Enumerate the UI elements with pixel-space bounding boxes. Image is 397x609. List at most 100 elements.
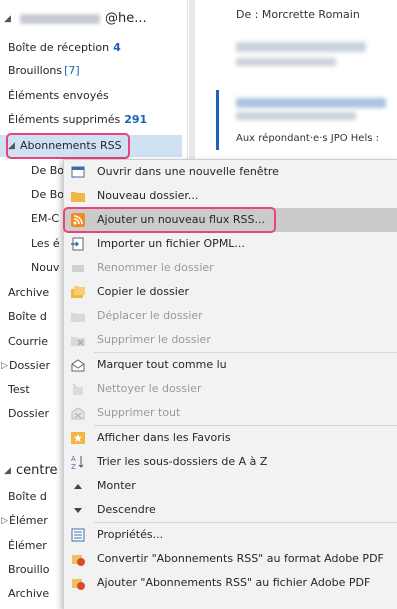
menu-item-label: Importer un fichier OPML... (97, 237, 245, 250)
folder-item-label: Courrie (8, 335, 49, 348)
menu-convert-pdf[interactable]: Convertir "Abonnements RSS" au format Ad… (64, 547, 397, 571)
folder-item[interactable]: Test (8, 379, 30, 401)
folder-deleted[interactable]: Éléments supprimés 291 (8, 109, 147, 131)
move-down-icon (74, 508, 82, 513)
clean-icon (72, 383, 83, 395)
drafts-count: [7] (64, 64, 80, 77)
move-folder-icon (71, 313, 85, 322)
menu-sort-subfolders[interactable]: AZ Trier les sous-dossiers de A à Z (64, 450, 397, 474)
redacted-text (236, 58, 336, 66)
menu-import-opml[interactable]: Importer un fichier OPML... (64, 232, 397, 256)
folder-item[interactable]: Boîte d (8, 306, 47, 328)
deleted-unread-count: 291 (124, 113, 148, 126)
collapse-triangle-icon[interactable]: ◢ (4, 460, 16, 482)
rss-subfolder[interactable]: Les é (31, 233, 60, 255)
rss-folder-highlight (6, 133, 130, 159)
menu-rename-folder[interactable]: Renommer le dossier (64, 256, 397, 280)
menu-item-label: Nouveau dossier... (97, 189, 199, 202)
star-icon (71, 432, 85, 444)
folder-item-label: Dossier (9, 359, 51, 372)
menu-show-in-favorites[interactable]: Afficher dans les Favoris (64, 426, 397, 450)
menu-copy-folder[interactable]: Copier le dossier (64, 280, 397, 304)
expand-arrow-icon[interactable]: ▷ (1, 355, 9, 377)
menu-open-new-window[interactable]: Ouvrir dans une nouvelle fenêtre (64, 160, 397, 184)
import-icon (71, 237, 84, 251)
menu-mark-all-read[interactable]: Marquer tout comme lu (64, 353, 397, 377)
folder-item-label: Test (8, 383, 30, 396)
folder-deleted-label: Éléments supprimés (8, 113, 121, 126)
delete-folder-icon (71, 337, 85, 346)
mark-read-icon (71, 359, 85, 372)
folder-item[interactable]: Courrie (8, 331, 48, 353)
folder-sent-label: Éléments envoyés (8, 89, 109, 102)
folder-item[interactable]: Boîte d (8, 486, 47, 508)
folder-item-label: Dossier (8, 407, 50, 420)
collapse-triangle-icon[interactable]: ◢ (4, 8, 16, 30)
menu-append-pdf[interactable]: Ajouter "Abonnements RSS" au fichier Ado… (64, 571, 397, 595)
svg-text:Z: Z (71, 463, 76, 470)
redacted-text (236, 98, 386, 108)
rss-subfolder[interactable]: Nouv (31, 257, 59, 279)
move-up-icon (74, 484, 82, 489)
folder-sent[interactable]: Éléments envoyés (8, 85, 109, 107)
menu-move-down[interactable]: Descendre (64, 498, 397, 522)
menu-item-label: Convertir "Abonnements RSS" au format Ad… (97, 552, 384, 565)
menu-move-up[interactable]: Monter (64, 474, 397, 498)
menu-properties[interactable]: Propriétés... (64, 523, 397, 547)
menu-move-folder[interactable]: Déplacer le dossier (64, 304, 397, 328)
copy-folder-icon (71, 286, 85, 298)
menu-item-label: Nettoyer le dossier (97, 382, 202, 395)
delete-all-icon (71, 407, 85, 420)
account2-label: centre (16, 463, 58, 478)
rss-subfolder-label: EM-C (31, 212, 60, 225)
folder-drafts[interactable]: Brouillons [7] (8, 60, 80, 82)
menu-item-label: Afficher dans les Favoris (97, 431, 231, 444)
menu-item-label: Ouvrir dans une nouvelle fenêtre (97, 165, 279, 178)
folder-item[interactable]: Archive (8, 583, 49, 605)
rename-icon (72, 265, 84, 272)
svg-text:A: A (71, 455, 76, 463)
pdf-convert-icon (72, 555, 85, 566)
folder-item[interactable]: Archive (8, 282, 49, 304)
folder-item[interactable]: Élémer (8, 535, 47, 557)
account2-header[interactable]: ◢ centre (4, 460, 58, 482)
account-name-redacted (19, 14, 100, 24)
rss-subfolder[interactable]: De Bo (31, 160, 64, 182)
menu-item-label: Monter (97, 479, 136, 492)
account-email: @he... (105, 11, 147, 26)
rss-subfolder-label: De Bo (31, 188, 65, 201)
folder-item-label: Élémer (9, 514, 48, 527)
folder-item-label: Boîte d (8, 490, 47, 503)
rss-subfolder-label: Nouv (31, 261, 60, 274)
menu-delete-all[interactable]: Supprimer tout (64, 401, 397, 425)
folder-item-label: Archive (8, 286, 50, 299)
folder-item[interactable]: Brouillo (8, 559, 49, 581)
account-header[interactable]: ◢ @he... (4, 8, 187, 30)
menu-item-label: Déplacer le dossier (97, 309, 203, 322)
folder-item-label: Brouillo (8, 563, 50, 576)
folder-inbox[interactable]: Boîte de réception 4 (8, 37, 121, 59)
rss-subfolder[interactable]: EM-C (31, 208, 59, 230)
rss-subfolder-label: De Bo (31, 164, 65, 177)
sort-az-icon: AZ (71, 455, 84, 470)
folder-item-label: Archive (8, 587, 50, 600)
folder-drafts-label: Brouillons (8, 64, 63, 77)
menu-item-label: Marquer tout comme lu (97, 358, 227, 371)
menu-new-folder[interactable]: Nouveau dossier... (64, 184, 397, 208)
rss-subfolder[interactable]: De Bo (31, 184, 64, 206)
folder-item[interactable]: Dossier (8, 403, 49, 425)
new-window-icon (71, 166, 85, 178)
unread-indicator (216, 90, 219, 150)
menu-item-label: Renommer le dossier (97, 261, 214, 274)
message-from: De : Morcrette Romain (236, 8, 360, 21)
menu-delete-folder[interactable]: Supprimer le dossier (64, 328, 397, 352)
folder-item-label: Élémer (8, 539, 47, 552)
menu-clean-folder[interactable]: Nettoyer le dossier (64, 377, 397, 401)
folder-inbox-label: Boîte de réception (8, 41, 110, 54)
menu-item-label: Copier le dossier (97, 285, 190, 298)
folder-item[interactable]: ▷Dossier (0, 355, 50, 377)
folder-item[interactable]: ▷Élémer (0, 510, 48, 532)
inbox-unread-count: 4 (113, 41, 121, 54)
expand-arrow-icon[interactable]: ▷ (1, 510, 9, 532)
properties-icon (71, 528, 85, 542)
